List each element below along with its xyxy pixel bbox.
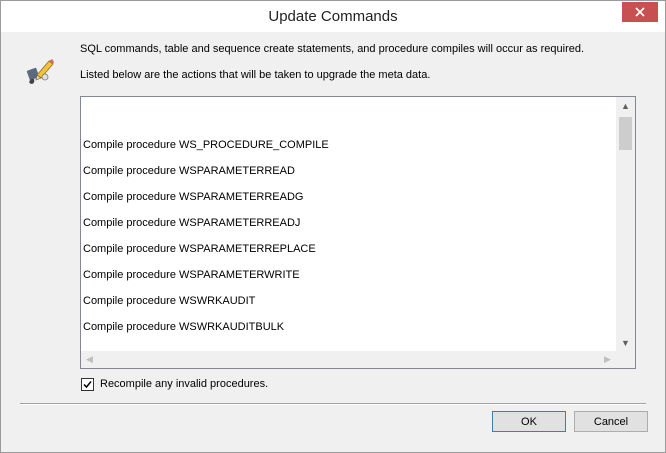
separator xyxy=(20,403,646,405)
list-item[interactable]: Compile procedure WSWRKAUDITBULK xyxy=(81,314,616,340)
list-item[interactable]: Compile procedure WSPARAMETERREPLACE xyxy=(81,236,616,262)
wizard-pencil-icon xyxy=(26,59,54,84)
checkmark-icon xyxy=(83,380,92,388)
info-message: SQL commands, table and sequence create … xyxy=(80,43,585,55)
dialog-content: SQL commands, table and sequence create … xyxy=(9,32,657,444)
list-item[interactable]: Compile procedure WSPARAMETERREADG xyxy=(81,184,616,210)
list-item[interactable]: Compile procedure WSPARAMETERREAD xyxy=(81,158,616,184)
dialog-title: Update Commands xyxy=(268,8,398,25)
vertical-scrollbar[interactable]: ▲ ▼ xyxy=(616,97,635,351)
scroll-up-icon[interactable]: ▲ xyxy=(616,97,635,114)
scroll-right-icon[interactable]: ▶ xyxy=(599,351,616,368)
update-commands-dialog: Update Commands SQL commands, table and … xyxy=(0,0,666,453)
close-icon xyxy=(635,7,645,17)
list-item[interactable]: Compile procedure WSPARAMETERREADJ xyxy=(81,210,616,236)
recompile-checkbox[interactable] xyxy=(81,377,94,391)
cancel-button[interactable]: Cancel xyxy=(574,411,648,432)
scroll-down-icon[interactable]: ▼ xyxy=(616,334,635,351)
ok-button[interactable]: OK xyxy=(492,411,566,432)
scroll-left-icon[interactable]: ◀ xyxy=(81,351,98,368)
close-button[interactable] xyxy=(622,2,658,22)
actions-list: Compile procedure WS_PROCEDURE_COMPILE C… xyxy=(81,132,616,340)
vertical-scroll-thumb[interactable] xyxy=(619,117,632,150)
list-item[interactable]: Compile procedure WSWRKAUDIT xyxy=(81,288,616,314)
recompile-label[interactable]: Recompile any invalid procedures. xyxy=(100,378,268,390)
actions-heading: Listed below are the actions that will b… xyxy=(80,69,431,81)
actions-listbox[interactable]: Compile procedure WS_PROCEDURE_COMPILE C… xyxy=(80,96,636,369)
list-item[interactable]: Compile procedure WS_PROCEDURE_COMPILE xyxy=(81,132,616,158)
scrollbar-corner xyxy=(616,351,635,368)
horizontal-scrollbar[interactable]: ◀ ▶ xyxy=(81,351,616,368)
title-bar[interactable]: Update Commands xyxy=(1,1,665,32)
recompile-option[interactable]: Recompile any invalid procedures. xyxy=(81,377,268,391)
list-item[interactable]: Compile procedure WSPARAMETERWRITE xyxy=(81,262,616,288)
